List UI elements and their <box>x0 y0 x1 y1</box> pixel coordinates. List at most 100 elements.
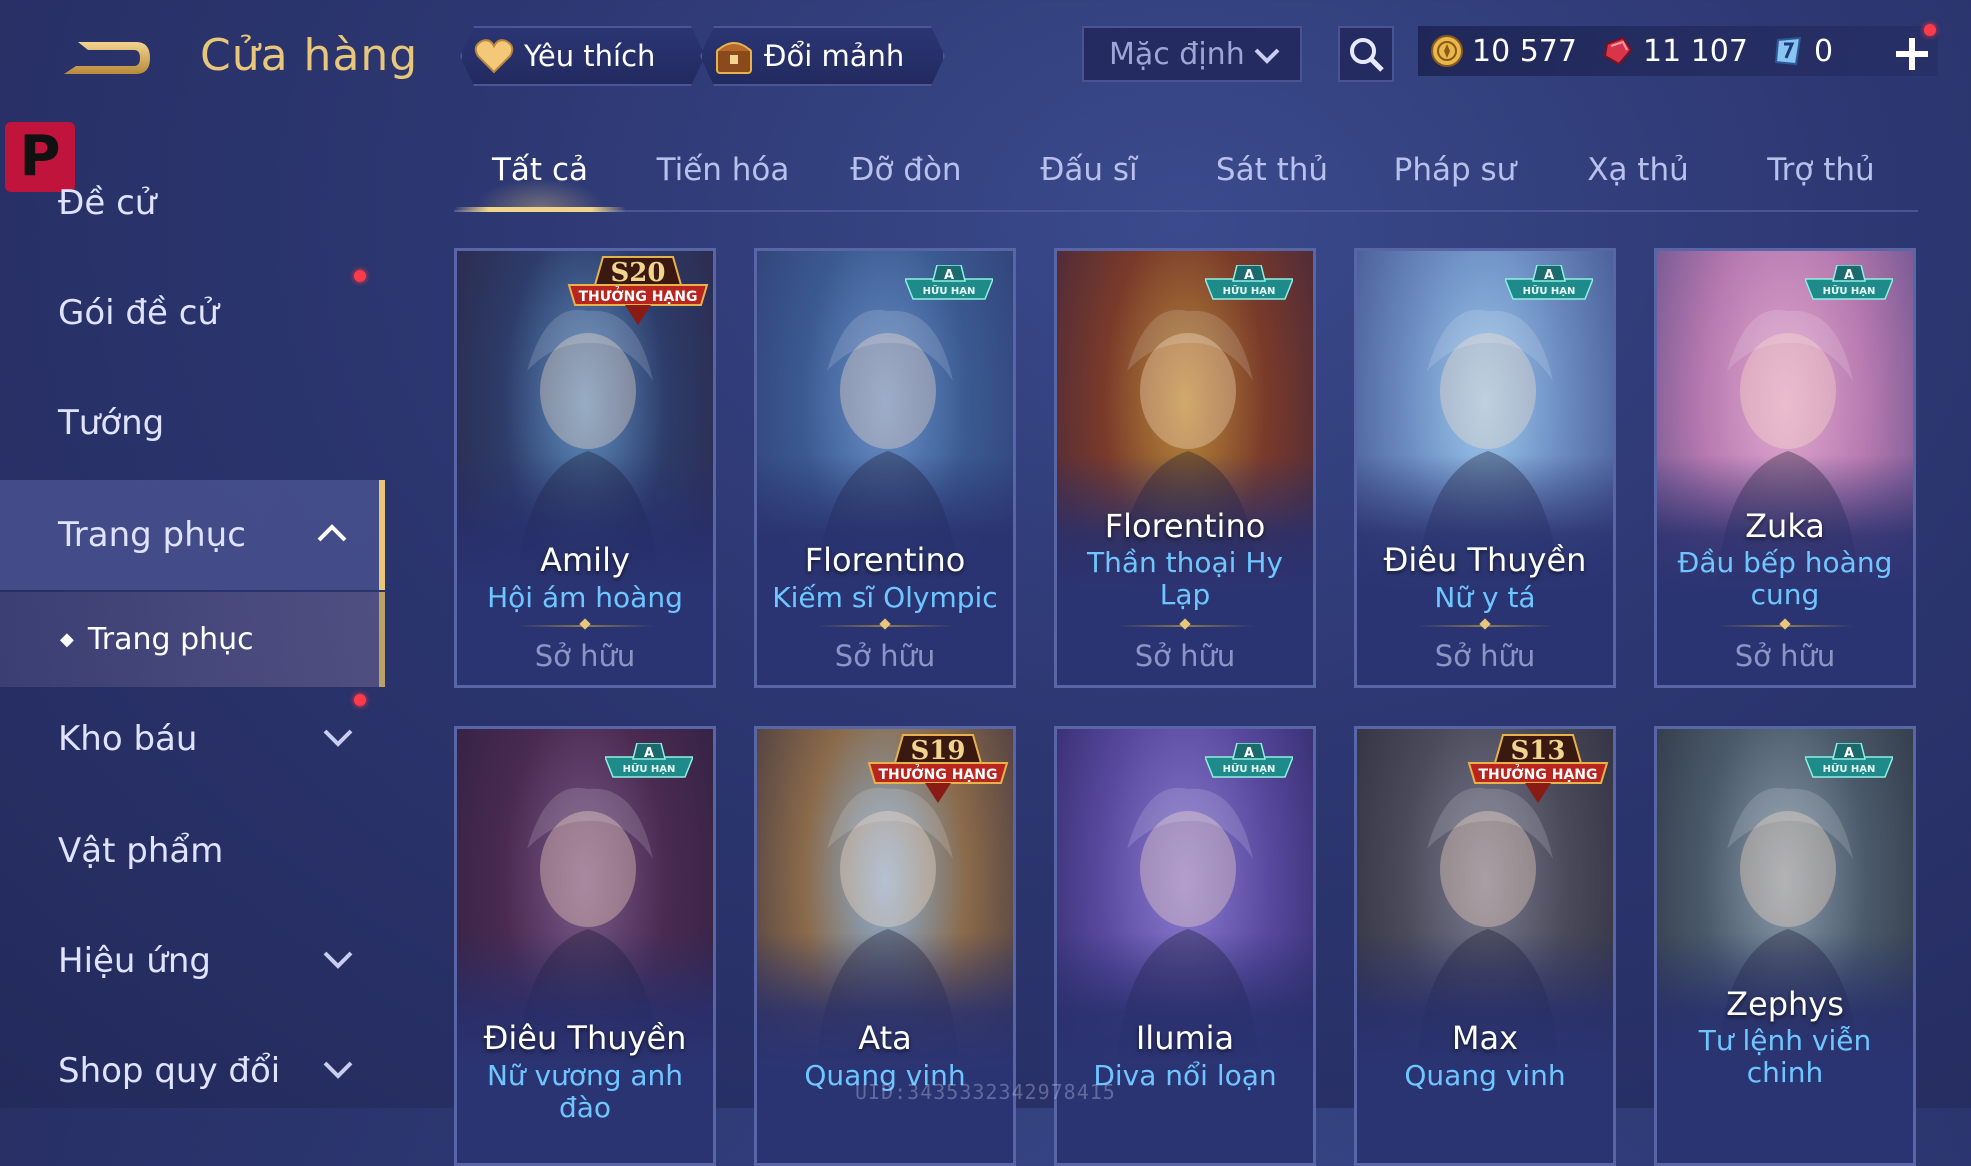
sidebar-item-label: Vật phẩm <box>58 831 224 871</box>
search-button[interactable] <box>1338 26 1394 82</box>
season-rank-badge: S13 THƯỞNG HẠNG <box>1463 733 1613 807</box>
sidebar-item-label: Đề cử <box>58 183 157 223</box>
card-divider <box>817 625 953 627</box>
sidebar-item-heroes[interactable]: Tướng <box>0 368 385 478</box>
season-text: S20 <box>611 258 666 288</box>
owned-status: Sở hữu <box>834 639 936 673</box>
season-label: THƯỞNG HẠNG <box>878 764 997 783</box>
skin-name: Thần thoại Hy Lạp <box>1087 546 1283 611</box>
notification-dot <box>1924 24 1936 36</box>
limited-badge: A HỮU HẠN <box>1803 742 1895 785</box>
tab-all[interactable]: Tất cả <box>454 140 626 212</box>
season-text: S13 <box>1511 736 1566 766</box>
skin-card[interactable]: A HỮU HẠN Florentino Thần thoại Hy Lạp Sở hữ… <box>1054 248 1316 688</box>
owned-status: Sở hữu <box>1734 639 1836 673</box>
category-tabs: Tất cả Tiến hóa Đỡ đòn Đấu sĩ Sát thủ Ph… <box>454 140 1918 212</box>
sidebar-item-label: Tướng <box>58 403 165 443</box>
tab-tank[interactable]: Đỡ đòn <box>820 140 992 208</box>
chevron-down-icon <box>323 951 353 969</box>
limited-badge: A HỮU HẠN <box>903 264 995 307</box>
hero-name: Amily <box>540 541 630 579</box>
chevron-down-icon <box>323 729 353 747</box>
chevron-down-icon <box>1254 48 1280 64</box>
back-button[interactable] <box>58 28 158 88</box>
skin-card[interactable]: A HỮU HẠN Zuka Đầu bếp hoàng cung Sở hữu <box>1654 248 1916 688</box>
limited-badge: A HỮU HẠN <box>1803 264 1895 307</box>
hero-name: Ilumia <box>1135 1019 1235 1057</box>
skin-name: Quang vinh <box>1404 1059 1566 1092</box>
tab-evolution[interactable]: Tiến hóa <box>637 140 809 208</box>
hero-name: Max <box>1451 1019 1519 1057</box>
limited-badge: A HỮU HẠN <box>1203 742 1295 785</box>
tab-mage[interactable]: Pháp sư <box>1369 140 1541 208</box>
skin-card[interactable]: S13 THƯỞNG HẠNG Max Quang vinh <box>1354 726 1616 1166</box>
hero-name: Zuka <box>1745 507 1825 545</box>
sidebar-item-label: Shop quy đổi <box>58 1051 281 1091</box>
season-rank-badge: S19 THƯỞNG HẠNG <box>863 733 1013 807</box>
owned-status: Sở hữu <box>1434 639 1536 673</box>
badge-label: HỮU HẠN <box>1223 762 1276 775</box>
limited-badge: A HỮU HẠN <box>1203 264 1295 307</box>
plus-icon <box>1896 38 1928 70</box>
gold-coin-icon <box>1431 35 1463 67</box>
limited-badge: A HỮU HẠN <box>603 742 695 785</box>
fragment-exchange-button[interactable]: Đổi mảnh <box>700 26 945 86</box>
fragment-exchange-label: Đổi mảnh <box>764 39 905 73</box>
badge-label: HỮU HẠN <box>1823 284 1876 297</box>
sidebar-item-effects[interactable]: Hiệu ứng <box>0 906 385 1016</box>
treasure-chest-icon <box>712 34 756 78</box>
chevron-down-icon <box>323 1061 353 1079</box>
sidebar-item-label: Trang phục <box>58 515 246 555</box>
badge-letter: A <box>1244 268 1254 283</box>
sidebar-item-label: Kho báu <box>58 719 198 759</box>
skin-card[interactable]: A HỮU HẠN Điêu Thuyền Nữ y tá Sở hữu <box>1354 248 1616 688</box>
ruby-value: 11 107 <box>1642 33 1748 69</box>
skin-card[interactable]: A HỮU HẠN Zephys Tư lệnh viễn chinh <box>1654 726 1916 1166</box>
sidebar-item-recommended[interactable]: Đề cử <box>0 148 385 258</box>
tab-marksman[interactable]: Xạ thủ <box>1552 140 1724 208</box>
gold-currency: 10 577 <box>1430 34 1577 69</box>
tab-support[interactable]: Trợ thủ <box>1735 140 1907 208</box>
heart-icon <box>472 34 516 78</box>
limited-badge: A HỮU HẠN <box>1503 264 1595 307</box>
badge-label: HỮU HẠN <box>623 762 676 775</box>
ruby-currency: 11 107 <box>1601 34 1748 69</box>
badge-letter: A <box>1544 268 1554 283</box>
search-icon <box>1350 38 1384 72</box>
sidebar-item-recommended-bundles[interactable]: Gói đề cử <box>0 258 385 368</box>
skin-name: Nữ y tá <box>1434 581 1536 614</box>
badge-label: HỮU HẠN <box>1823 762 1876 775</box>
chevron-up-icon <box>317 524 347 542</box>
card-divider <box>1417 625 1553 627</box>
add-currency-button[interactable] <box>1888 30 1936 78</box>
badge-letter: A <box>1844 268 1854 283</box>
bullet-icon: ◆ <box>60 629 74 650</box>
sidebar-item-exchange-shop[interactable]: Shop quy đổi <box>0 1016 385 1126</box>
notification-dot <box>354 270 366 282</box>
card-divider <box>1717 625 1853 627</box>
skin-card[interactable]: S20 THƯỞNG HẠNG Amily Hội ám hoàng Sở hữu <box>454 248 716 688</box>
sort-value: Mặc định <box>1109 36 1245 72</box>
season-text: S19 <box>911 736 966 766</box>
skin-name: Tư lệnh viễn chinh <box>1698 1024 1872 1089</box>
tab-fighter[interactable]: Đấu sĩ <box>1003 140 1175 208</box>
sidebar-subitem-skins[interactable]: ◆ Trang phục <box>0 592 385 687</box>
sidebar-item-skins[interactable]: Trang phục <box>0 480 385 590</box>
favorites-button[interactable]: Yêu thích <box>460 26 705 86</box>
sort-dropdown[interactable]: Mặc định <box>1082 26 1302 82</box>
gold-value: 10 577 <box>1472 33 1577 69</box>
top-bar: Cửa hàng Yêu thích Đổi mảnh Mặc định 10 … <box>0 0 1971 110</box>
uid-watermark: UID:3435332342978415 <box>855 1080 1116 1104</box>
tab-assassin[interactable]: Sát thủ <box>1186 140 1358 208</box>
skin-card[interactable]: A HỮU HẠN Florentino Kiếm sĩ Olympic Sở hữu <box>754 248 1016 688</box>
card-divider <box>1117 625 1253 627</box>
skin-grid: S20 THƯỞNG HẠNG Amily Hội ám hoàng Sở hữu A HỮ… <box>454 248 1924 1166</box>
season-rank-badge: S20 THƯỞNG HẠNG <box>563 255 713 329</box>
sidebar-item-treasure[interactable]: Kho báu <box>0 684 385 794</box>
back-arrow-icon <box>64 42 150 74</box>
sidebar-item-items[interactable]: Vật phẩm <box>0 796 385 906</box>
currency-bar: 10 577 11 107 0 <box>1418 26 1938 76</box>
owned-status: Sở hữu <box>534 639 636 673</box>
badge-label: HỮU HẠN <box>923 284 976 297</box>
skin-card[interactable]: A HỮU HẠN Điêu Thuyền Nữ vương anh đào <box>454 726 716 1166</box>
